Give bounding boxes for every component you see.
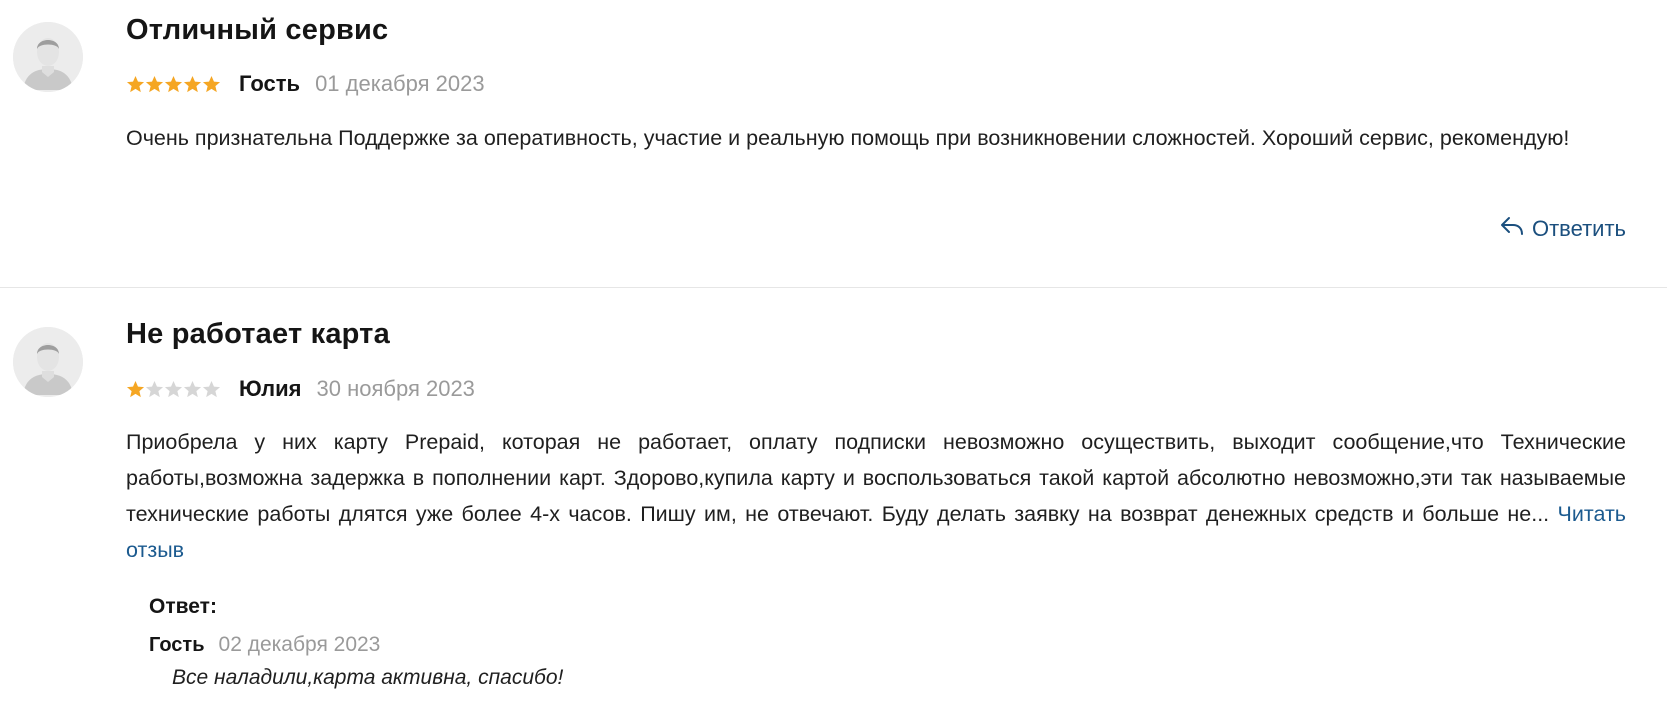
reply-button[interactable]: Ответить — [1500, 215, 1626, 243]
star-empty-icon — [183, 380, 202, 397]
rating-stars — [126, 75, 221, 94]
rating-stars — [126, 380, 221, 399]
review-meta: Гость 01 декабря 2023 — [126, 70, 485, 98]
star-filled-icon — [126, 75, 145, 92]
answer-date: 02 декабря 2023 — [218, 633, 381, 656]
reply-arrow-icon — [1500, 215, 1524, 243]
review-author: Гость — [239, 71, 301, 96]
star-empty-icon — [164, 380, 183, 397]
star-filled-icon — [126, 380, 145, 397]
answer-label: Ответ: — [149, 595, 217, 618]
star-empty-icon — [202, 380, 221, 397]
review-meta: Юлия 30 ноября 2023 — [126, 375, 475, 403]
user-avatar-icon — [13, 22, 83, 92]
answer-text: Все наладили,карта активна, спасибо! — [172, 666, 564, 689]
star-filled-icon — [183, 75, 202, 92]
star-filled-icon — [202, 75, 221, 92]
review-divider — [0, 287, 1667, 288]
answer-author: Гость — [149, 633, 205, 656]
star-filled-icon — [164, 75, 183, 92]
review-author: Юлия — [239, 376, 302, 401]
user-avatar-icon — [13, 327, 83, 397]
star-filled-icon — [145, 75, 164, 92]
review-date: 01 декабря 2023 — [315, 71, 485, 96]
reply-button-label: Ответить — [1531, 216, 1626, 241]
review-text-body: Приобрела у них карту Prepaid, которая н… — [126, 430, 1626, 526]
review-text: Приобрела у них карту Prepaid, которая н… — [126, 424, 1626, 568]
review-title: Отличный сервис — [126, 14, 389, 46]
review-title: Не работает карта — [126, 318, 390, 350]
star-empty-icon — [145, 380, 164, 397]
answer-meta: Гость 02 декабря 2023 — [149, 633, 380, 657]
review-date: 30 ноября 2023 — [316, 376, 475, 401]
review-text: Очень признательна Поддержке за оператив… — [126, 126, 1570, 150]
